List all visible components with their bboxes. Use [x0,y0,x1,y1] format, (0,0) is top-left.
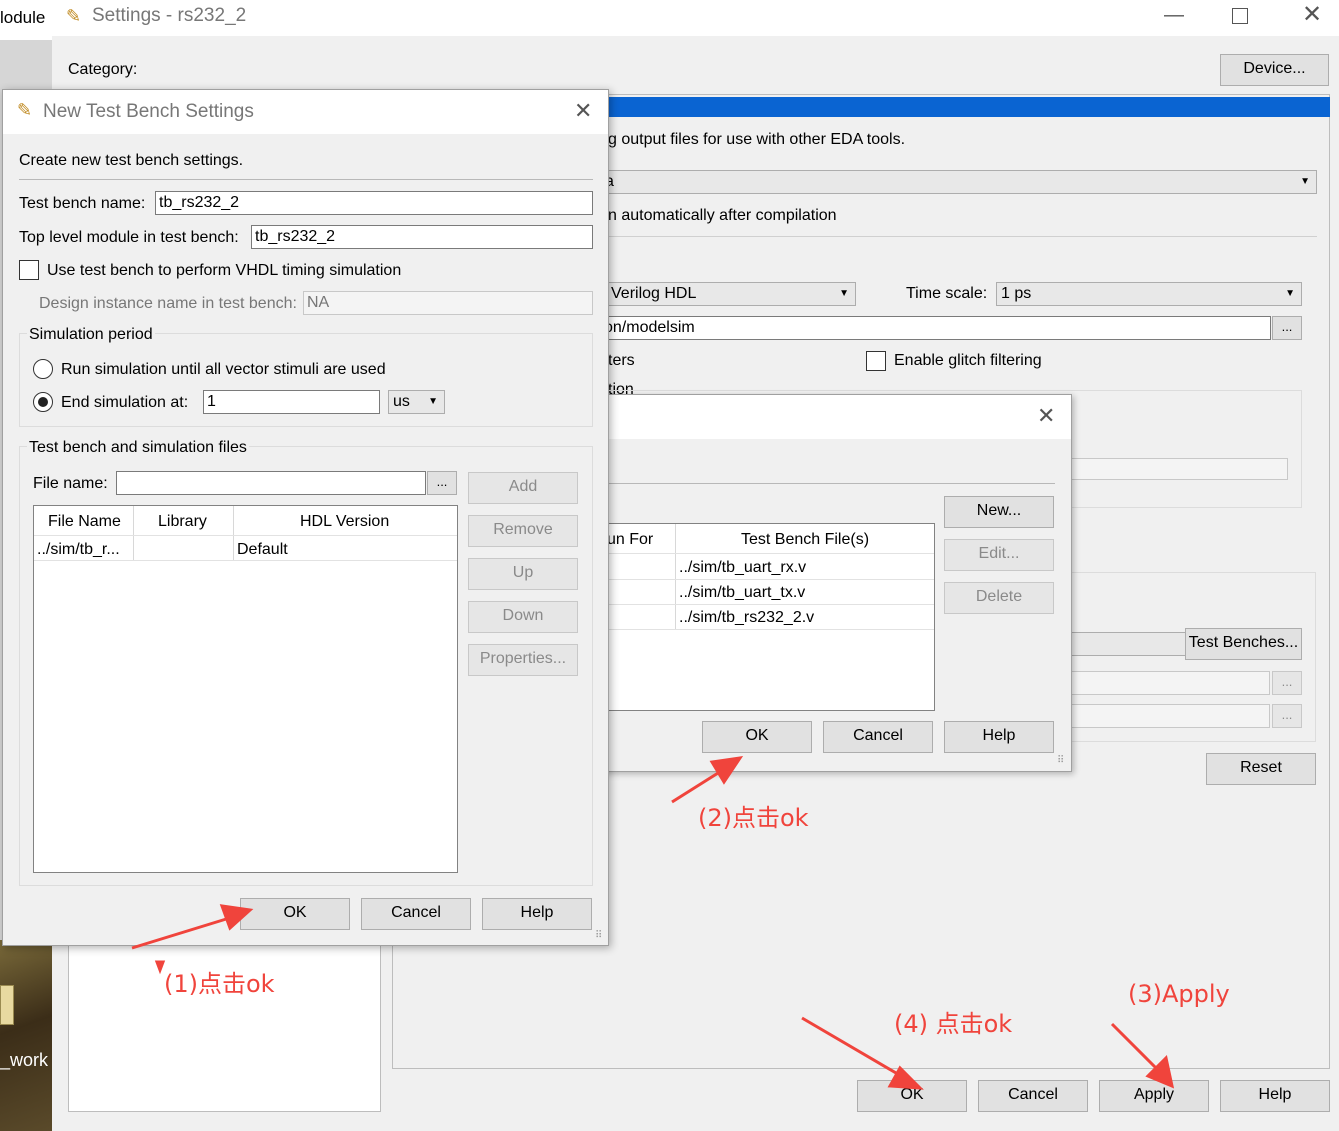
arrow-2-head [712,758,740,782]
annotation-step-3: (3)Apply [1128,980,1230,1008]
arrow-1-line [132,916,236,948]
annotation-step-1: (1)点击ok [164,964,275,999]
arrow-1-tail-tick [157,962,163,970]
annotation-arrows [0,0,1339,1131]
arrow-1-head [222,906,250,928]
annotation-step-2: (2)点击ok [698,798,809,833]
annotation-step-4: (4) 点击ok [894,1004,1012,1039]
arrow-4-line [802,1018,908,1080]
arrow-3-line [1112,1024,1162,1074]
